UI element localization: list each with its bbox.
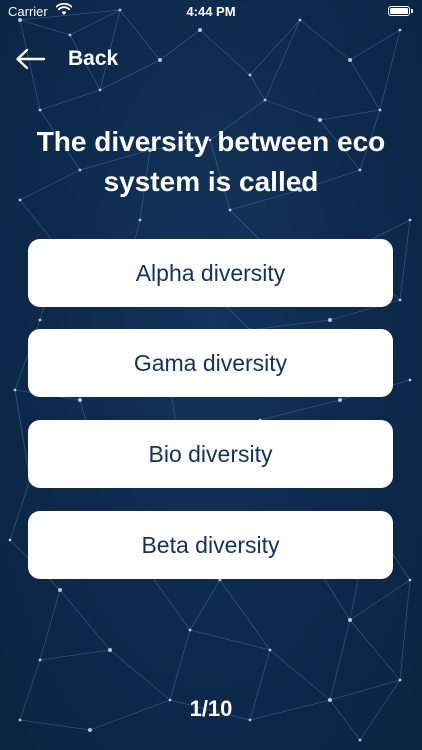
network-node bbox=[398, 298, 402, 302]
answer-option-3[interactable]: Bio diversity bbox=[28, 420, 393, 488]
network-line bbox=[399, 219, 411, 301]
network-node bbox=[108, 648, 112, 652]
network-line bbox=[264, 99, 321, 121]
answer-option-label: Bio diversity bbox=[148, 440, 273, 467]
network-line bbox=[319, 109, 381, 121]
back-button[interactable]: Back bbox=[14, 42, 118, 76]
network-line bbox=[39, 89, 101, 111]
network-node bbox=[348, 618, 352, 622]
network-node bbox=[398, 678, 402, 682]
network-line bbox=[169, 629, 191, 701]
network-node bbox=[188, 628, 192, 632]
network-line bbox=[9, 479, 31, 541]
network-line bbox=[329, 619, 351, 701]
network-node bbox=[198, 28, 202, 32]
network-line bbox=[269, 649, 331, 701]
network-node bbox=[408, 378, 412, 382]
network-node bbox=[58, 588, 62, 592]
network-node bbox=[38, 318, 42, 322]
back-label: Back bbox=[68, 47, 119, 70]
network-node bbox=[98, 88, 102, 92]
network-node bbox=[13, 388, 17, 392]
network-node bbox=[378, 108, 382, 112]
question-progress: 1/10 bbox=[189, 696, 233, 721]
network-node bbox=[38, 108, 42, 112]
network-node bbox=[138, 218, 142, 222]
network-node bbox=[348, 58, 352, 62]
network-line bbox=[349, 579, 411, 621]
network-line bbox=[189, 579, 221, 631]
network-node bbox=[8, 538, 12, 542]
network-line bbox=[379, 29, 401, 111]
battery-icon bbox=[388, 6, 410, 16]
network-node bbox=[408, 578, 412, 582]
network-line bbox=[349, 59, 381, 111]
network-line bbox=[39, 589, 61, 661]
status-bar: Carrier 4:44 PM bbox=[0, 0, 422, 24]
network-line bbox=[109, 649, 171, 701]
question-text: The diversity between eco system is call… bbox=[36, 126, 386, 197]
network-line bbox=[199, 29, 251, 76]
network-node bbox=[68, 33, 72, 37]
network-node bbox=[158, 58, 162, 62]
network-node bbox=[78, 398, 82, 402]
network-node bbox=[328, 318, 332, 322]
answer-option-label: Beta diversity bbox=[141, 531, 280, 558]
network-line bbox=[399, 579, 411, 681]
answer-option-1[interactable]: Alpha diversity bbox=[28, 239, 393, 307]
network-node bbox=[398, 28, 402, 32]
network-node bbox=[218, 578, 222, 582]
network-node bbox=[268, 648, 272, 652]
status-time: 4:44 PM bbox=[186, 4, 236, 19]
network-node bbox=[228, 208, 232, 212]
answer-option-4[interactable]: Beta diversity bbox=[28, 511, 393, 579]
network-node bbox=[358, 738, 362, 742]
network-line bbox=[259, 399, 341, 421]
network-node bbox=[408, 218, 412, 222]
network-line bbox=[59, 589, 111, 651]
answer-option-label: Alpha diversity bbox=[135, 259, 286, 286]
network-node bbox=[263, 98, 267, 102]
network-node bbox=[338, 398, 342, 402]
network-node bbox=[248, 73, 252, 77]
network-line bbox=[264, 19, 301, 101]
battery-cap bbox=[411, 9, 413, 13]
network-line bbox=[249, 74, 266, 101]
arrow-left-icon bbox=[16, 48, 46, 70]
network-line bbox=[39, 649, 111, 661]
network-line bbox=[349, 29, 401, 61]
network-line bbox=[249, 19, 301, 76]
answer-option-2[interactable]: Gama diversity bbox=[28, 329, 393, 397]
network-line bbox=[299, 19, 351, 61]
network-node bbox=[88, 728, 92, 732]
quiz-screen: Carrier 4:44 PM Back The diversity betwe… bbox=[0, 0, 422, 750]
network-line bbox=[349, 619, 401, 681]
network-node bbox=[38, 658, 42, 662]
network-line bbox=[159, 29, 201, 61]
answer-option-label: Gama diversity bbox=[133, 349, 288, 376]
